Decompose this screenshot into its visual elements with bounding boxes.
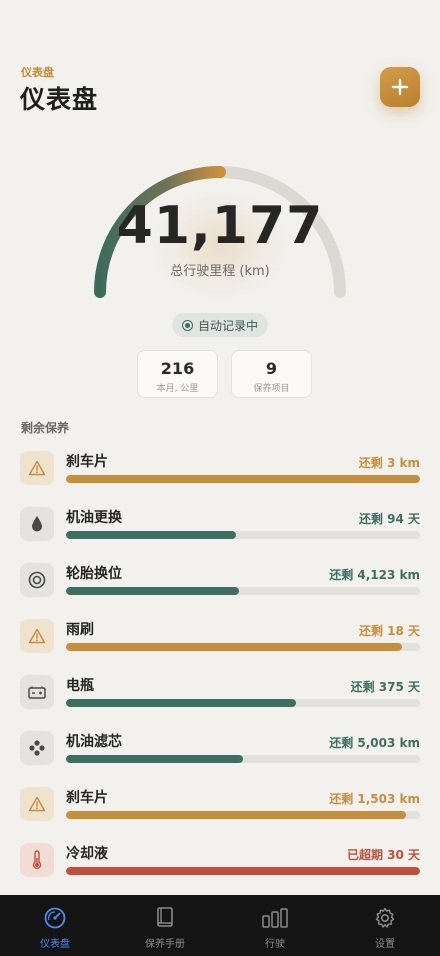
progress-track: [66, 811, 420, 819]
page-title: 仪表盘: [20, 85, 99, 114]
item-remaining: 还剩 1,503 km: [329, 792, 420, 806]
stat-value: 216: [160, 359, 195, 378]
item-name: 雨刷: [66, 622, 94, 638]
progress-fill: [66, 811, 406, 819]
progress-track: [66, 643, 420, 651]
progress-track: [66, 755, 420, 763]
item-name: 机油滤芯: [66, 734, 122, 750]
tab-manual[interactable]: 保养手册: [110, 895, 220, 956]
progress-track: [66, 867, 420, 875]
maintenance-item[interactable]: 刹车片 还剩 3 km: [20, 451, 420, 487]
progress-track: [66, 587, 420, 595]
auto-record-badge[interactable]: 自动记录中: [172, 313, 268, 337]
battery-icon: [20, 675, 54, 709]
progress-fill: [66, 587, 240, 595]
item-name: 轮胎换位: [66, 566, 122, 582]
thermometer-icon: [20, 843, 54, 877]
item-name: 刹车片: [66, 790, 108, 806]
tab-dashboard[interactable]: 仪表盘: [0, 895, 110, 956]
warning-icon: [20, 787, 54, 821]
item-remaining: 还剩 4,123 km: [329, 568, 420, 582]
progress-fill: [66, 531, 236, 539]
odometer-value: 41,177: [116, 196, 324, 256]
progress-fill: [66, 643, 403, 651]
warning-icon: [20, 451, 54, 485]
stat-label: 保养项目: [253, 384, 290, 394]
progress-track: [66, 475, 420, 483]
tab-driving[interactable]: 行驶: [220, 895, 330, 956]
record-dot-icon: [181, 319, 193, 331]
plus-icon: [391, 78, 409, 96]
maintenance-item[interactable]: 电瓶 还剩 375 天: [20, 675, 420, 711]
odometer-label: 总行驶里程 (km): [170, 264, 270, 279]
item-name: 电瓶: [66, 678, 94, 694]
gauge-icon: [44, 907, 66, 929]
stat-value: 9: [265, 359, 278, 378]
progress-track: [66, 531, 420, 539]
stat-card-items: 9 保养项目: [231, 350, 312, 398]
section-title: 剩余保养: [21, 421, 70, 435]
tire-icon: [20, 563, 54, 597]
maintenance-item[interactable]: 雨刷 还剩 18 天: [20, 619, 420, 655]
item-name: 刹车片: [66, 454, 108, 470]
tab-label: 行驶: [265, 939, 285, 950]
maintenance-item[interactable]: 冷却液 已超期 30 天: [20, 843, 420, 879]
tab-settings[interactable]: 设置: [330, 895, 440, 956]
tab-label: 仪表盘: [40, 939, 70, 950]
maintenance-item[interactable]: 轮胎换位 还剩 4,123 km: [20, 563, 420, 599]
item-remaining: 还剩 18 天: [358, 624, 420, 638]
maintenance-item[interactable]: 机油更换 还剩 94 天: [20, 507, 420, 543]
stat-label: 本月, 公里: [156, 384, 199, 394]
item-name: 机油更换: [66, 510, 122, 526]
stat-card-month: 216 本月, 公里: [137, 350, 218, 398]
maintenance-item[interactable]: 刹车片 还剩 1,503 km: [20, 787, 420, 823]
item-remaining: 还剩 94 天: [358, 512, 420, 526]
add-button[interactable]: [380, 67, 420, 107]
tab-label: 保养手册: [145, 939, 185, 950]
oil-drop-icon: [20, 507, 54, 541]
item-remaining: 还剩 375 天: [350, 680, 420, 694]
progress-fill: [66, 755, 243, 763]
filter-icon: [20, 731, 54, 765]
tab-bar: 仪表盘 保养手册 行驶 设置: [0, 895, 440, 956]
progress-track: [66, 699, 420, 707]
item-remaining: 还剩 5,003 km: [329, 736, 420, 750]
tab-label: 设置: [375, 939, 395, 950]
page-subtitle: 仪表盘: [21, 66, 54, 79]
progress-fill: [66, 867, 420, 875]
warning-icon: [20, 619, 54, 653]
book-icon: [157, 907, 173, 927]
maintenance-item[interactable]: 机油滤芯 还剩 5,003 km: [20, 731, 420, 767]
bar-chart-icon: [262, 908, 288, 928]
item-name: 冷却液: [66, 846, 108, 862]
gear-icon: [375, 907, 395, 928]
item-remaining: 还剩 3 km: [358, 456, 420, 470]
auto-record-label: 自动记录中: [197, 318, 258, 333]
progress-fill: [66, 475, 420, 483]
progress-fill: [66, 699, 297, 707]
item-remaining: 已超期 30 天: [346, 848, 420, 862]
